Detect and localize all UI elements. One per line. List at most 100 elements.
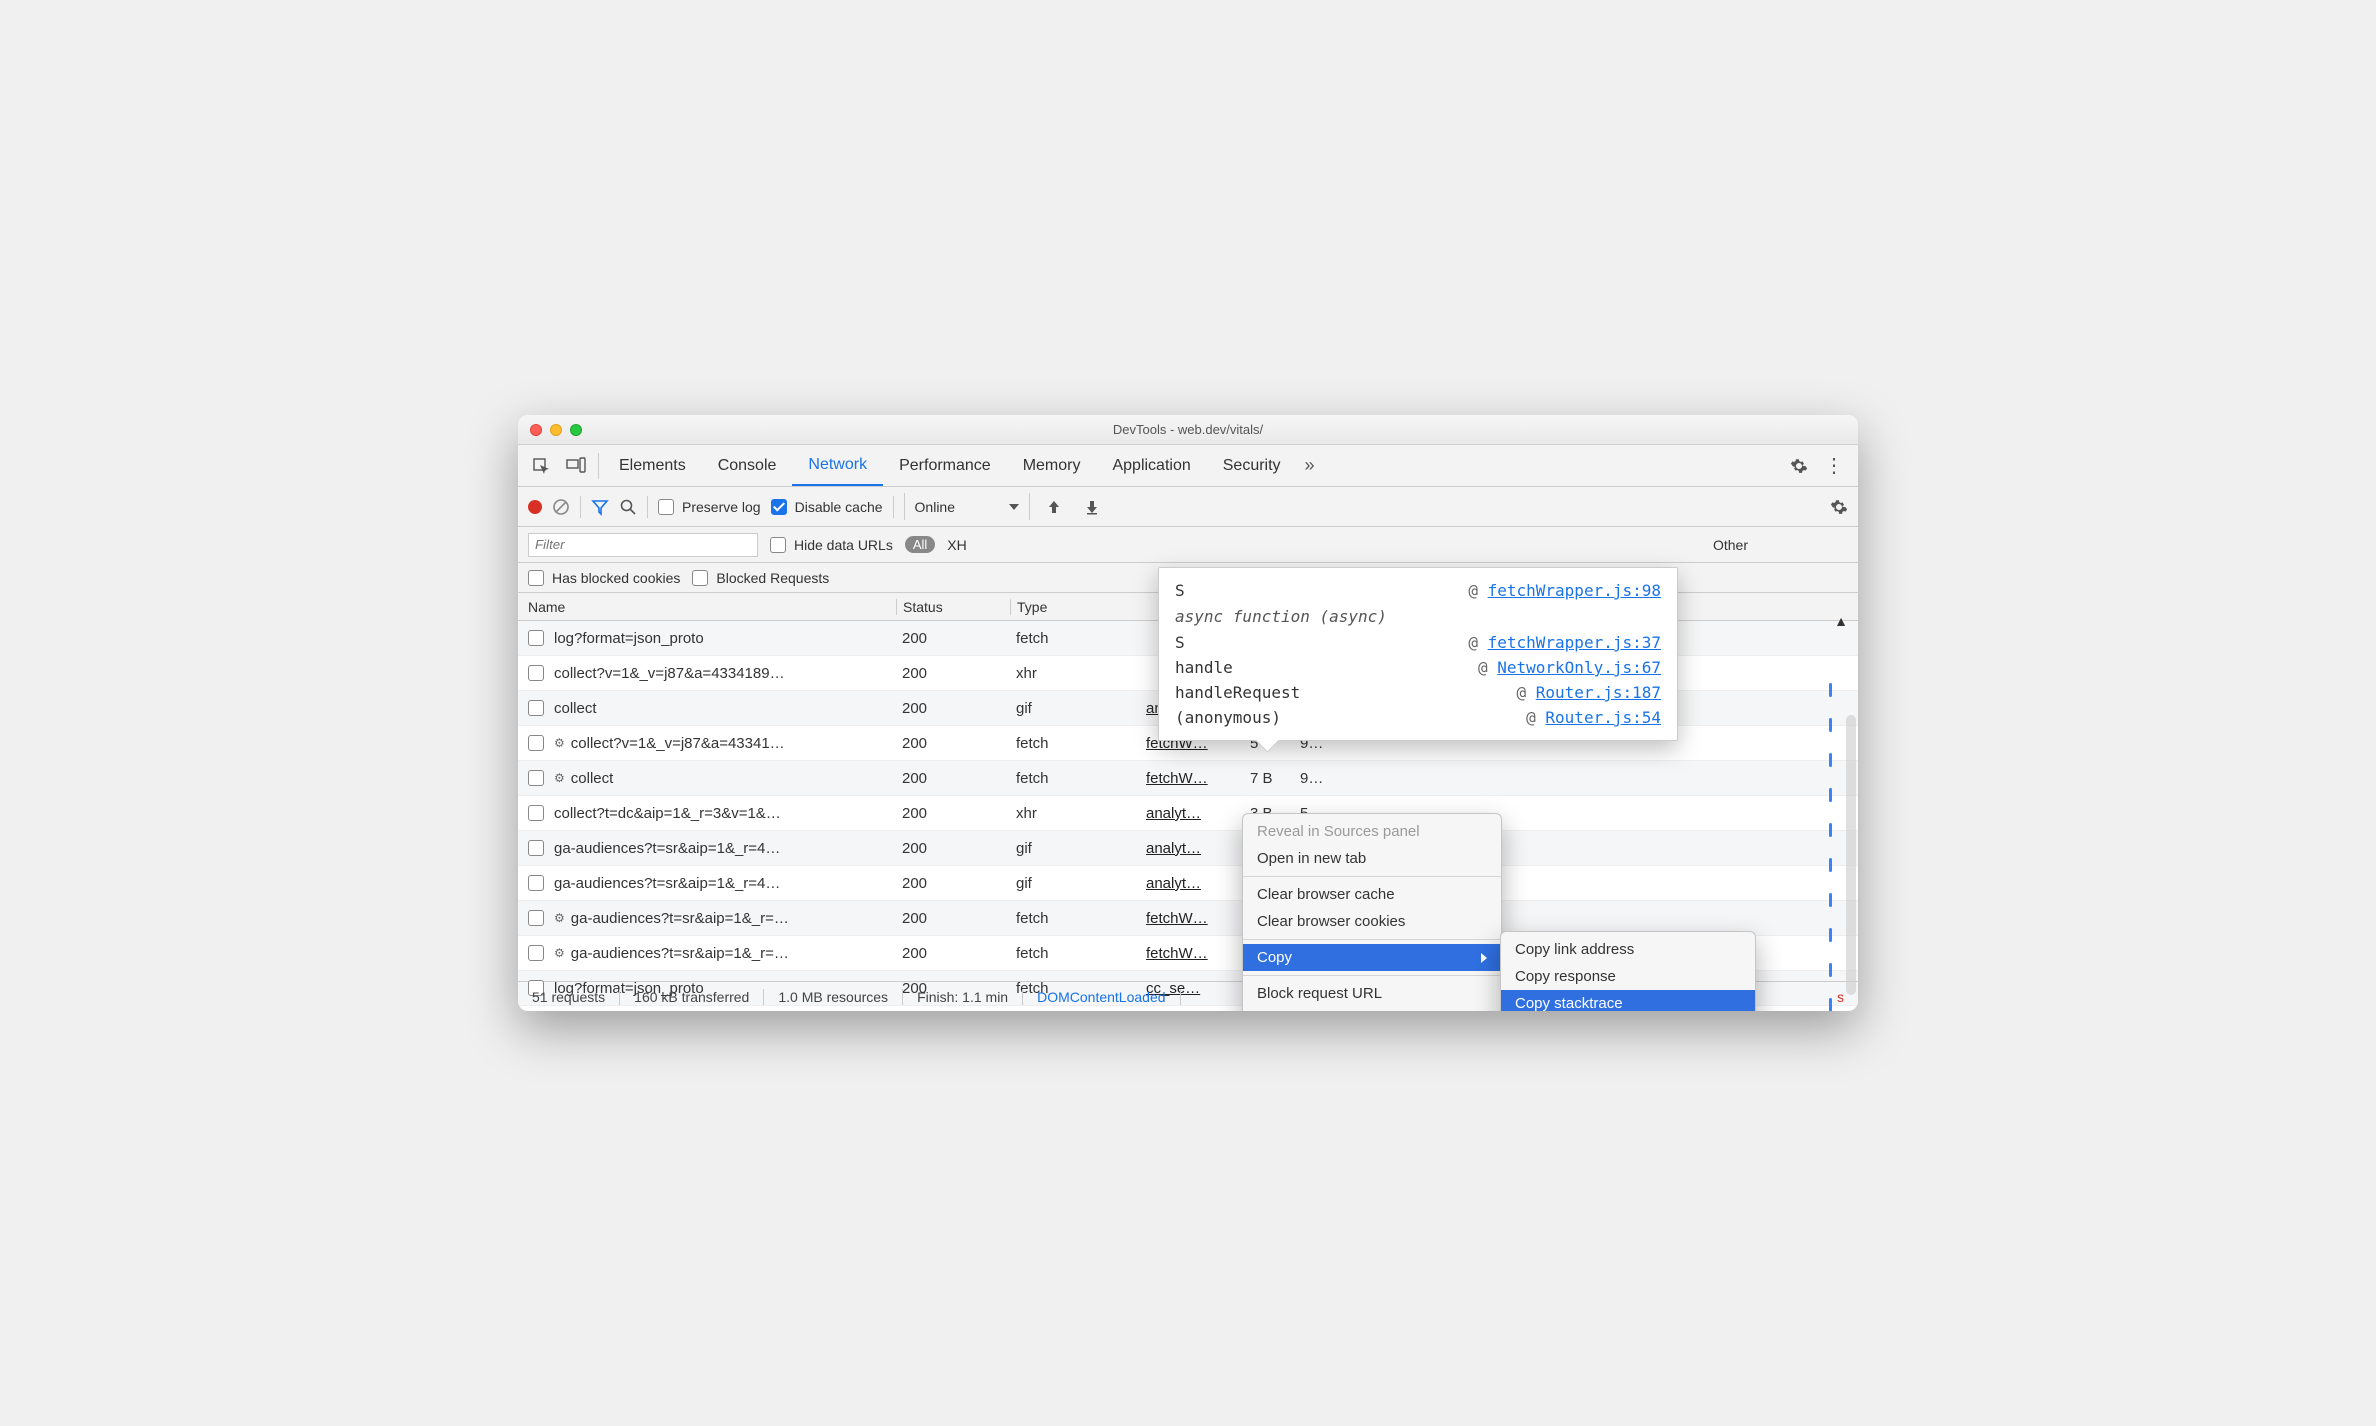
stack-frame: handle@ NetworkOnly.js:67	[1175, 655, 1661, 680]
tab-memory[interactable]: Memory	[1007, 447, 1097, 485]
ctx-open-tab[interactable]: Open in new tab	[1243, 845, 1501, 872]
copy-link[interactable]: Copy link address	[1501, 936, 1755, 963]
checkbox-icon	[770, 537, 786, 553]
filter-bar: Hide data URLs All XH Other	[518, 527, 1858, 563]
ctx-block-url[interactable]: Block request URL	[1243, 980, 1501, 1007]
checkbox-icon	[528, 840, 544, 856]
checkbox-checked-icon	[771, 499, 787, 515]
stack-source-link[interactable]: Router.js:54	[1545, 708, 1661, 727]
tab-performance[interactable]: Performance	[883, 447, 1007, 485]
scrollbar[interactable]	[1846, 715, 1856, 995]
request-type: gif	[1010, 875, 1140, 892]
tab-elements[interactable]: Elements	[603, 447, 702, 485]
stack-fn: S	[1175, 581, 1185, 600]
initiator-stacktrace-popover: S@ fetchWrapper.js:98async function (asy…	[1158, 567, 1678, 741]
request-status: 200	[896, 910, 1010, 927]
request-status: 200	[896, 700, 1010, 717]
checkbox-icon	[658, 499, 674, 515]
ctx-reveal[interactable]: Reveal in Sources panel	[1243, 818, 1501, 845]
request-name: ga-audiences?t=sr&aip=1&_r=…	[571, 945, 789, 962]
ctx-clear-cookies[interactable]: Clear browser cookies	[1243, 908, 1501, 935]
more-tabs-icon[interactable]: »	[1297, 449, 1323, 482]
request-name: collect?v=1&_v=j87&a=4334189…	[554, 665, 785, 682]
request-type: fetch	[1010, 735, 1140, 752]
preserve-log-checkbox[interactable]: Preserve log	[658, 499, 761, 515]
has-blocked-cookies-checkbox[interactable]: Has blocked cookies	[528, 570, 680, 586]
request-type: xhr	[1010, 805, 1140, 822]
disable-cache-checkbox[interactable]: Disable cache	[771, 499, 883, 515]
filter-toggle-icon[interactable]	[591, 498, 609, 516]
chevron-right-icon	[1481, 953, 1487, 963]
filter-input[interactable]	[528, 533, 758, 557]
request-type: gif	[1010, 840, 1140, 857]
kebab-menu-icon[interactable]: ⋮	[1816, 456, 1852, 476]
checkbox-icon	[692, 570, 708, 586]
ctx-clear-cache[interactable]: Clear browser cache	[1243, 881, 1501, 908]
service-worker-icon: ⚙	[554, 771, 565, 785]
request-name: collect?v=1&_v=j87&a=43341…	[571, 735, 785, 752]
copy-response[interactable]: Copy response	[1501, 963, 1755, 990]
hide-data-urls-checkbox[interactable]: Hide data URLs	[770, 537, 893, 553]
tab-network[interactable]: Network	[792, 446, 883, 486]
settings-icon[interactable]	[1782, 451, 1816, 481]
request-type: gif	[1010, 700, 1140, 717]
request-initiator: analyt…	[1140, 840, 1250, 857]
stack-fn: handle	[1175, 658, 1233, 677]
request-status: 200	[896, 945, 1010, 962]
download-har-icon[interactable]	[1078, 499, 1106, 515]
stack-source-link[interactable]: NetworkOnly.js:67	[1497, 658, 1661, 677]
request-status: 200	[896, 805, 1010, 822]
tab-security[interactable]: Security	[1207, 447, 1297, 485]
stack-source-link[interactable]: Router.js:187	[1536, 683, 1661, 702]
context-menu: Reveal in Sources panel Open in new tab …	[1242, 813, 1502, 1011]
window-title: DevTools - web.dev/vitals/	[518, 422, 1858, 437]
filter-all[interactable]: All	[905, 536, 935, 553]
col-name[interactable]: Name	[518, 599, 896, 615]
blocked-requests-checkbox[interactable]: Blocked Requests	[692, 570, 829, 586]
status-transferred: 160 kB transferred	[620, 989, 764, 1005]
request-name: ga-audiences?t=sr&aip=1&_r=…	[571, 910, 789, 927]
upload-har-icon[interactable]	[1040, 499, 1068, 515]
request-time: 9…	[1300, 770, 1340, 787]
device-toggle-icon[interactable]	[558, 451, 594, 481]
search-icon[interactable]	[619, 498, 637, 516]
request-type: fetch	[1010, 945, 1140, 962]
service-worker-icon: ⚙	[554, 946, 565, 960]
ctx-block-domain[interactable]: Block request domain	[1243, 1007, 1501, 1011]
request-initiator: fetchW…	[1140, 945, 1250, 962]
request-initiator: analyt…	[1140, 805, 1250, 822]
request-status: 200	[896, 840, 1010, 857]
throttling-select[interactable]: Online	[904, 493, 1030, 520]
copy-stacktrace[interactable]: Copy stacktrace	[1501, 990, 1755, 1011]
filter-xhr[interactable]: XH	[947, 537, 966, 553]
table-row[interactable]: ga-audiences?t=sr&aip=1&_r=4…200gifanaly…	[518, 831, 1858, 866]
record-button[interactable]	[528, 500, 542, 514]
clear-icon[interactable]	[552, 498, 570, 516]
table-row[interactable]: ⚙collect200fetchfetchW…7 B9…	[518, 761, 1858, 796]
col-type[interactable]: Type	[1010, 599, 1140, 615]
request-initiator: fetchW…	[1140, 910, 1250, 927]
service-worker-icon: ⚙	[554, 911, 565, 925]
checkbox-icon	[528, 945, 544, 961]
inspect-icon[interactable]	[524, 451, 558, 481]
titlebar: DevTools - web.dev/vitals/	[518, 415, 1858, 445]
tab-application[interactable]: Application	[1096, 447, 1206, 485]
table-row[interactable]: collect?t=dc&aip=1&_r=3&v=1&…200xhranaly…	[518, 796, 1858, 831]
status-domcontentloaded: DOMContentLoaded	[1023, 989, 1180, 1005]
stack-fn: (anonymous)	[1175, 708, 1281, 727]
ctx-copy[interactable]: Copy	[1243, 944, 1501, 971]
filter-other[interactable]: Other	[1713, 537, 1748, 553]
network-toolbar: Preserve log Disable cache Online	[518, 487, 1858, 527]
col-status[interactable]: Status	[896, 599, 1010, 615]
stack-source-link[interactable]: fetchWrapper.js:98	[1488, 581, 1661, 600]
stack-frame: (anonymous)@ Router.js:54	[1175, 705, 1661, 730]
checkbox-icon	[528, 570, 544, 586]
checkbox-icon	[528, 805, 544, 821]
table-row[interactable]: ga-audiences?t=sr&aip=1&_r=4…200gifanaly…	[518, 866, 1858, 901]
checkbox-icon	[528, 770, 544, 786]
stack-source-link[interactable]: fetchWrapper.js:37	[1488, 633, 1661, 652]
checkbox-icon	[528, 665, 544, 681]
panel-tabs: Elements Console Network Performance Mem…	[518, 445, 1858, 487]
tab-console[interactable]: Console	[702, 447, 793, 485]
network-settings-icon[interactable]	[1830, 498, 1848, 516]
